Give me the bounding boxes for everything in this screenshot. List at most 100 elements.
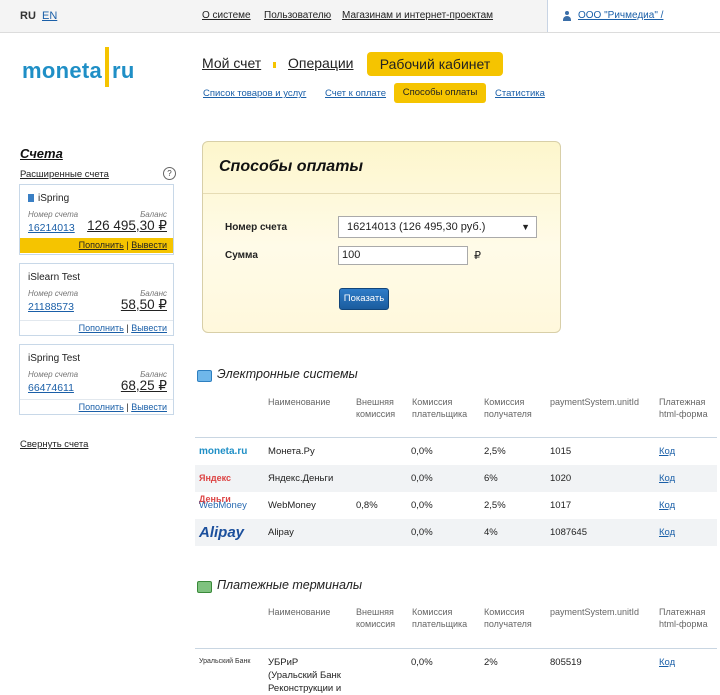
account-actions: Пополнить | Вывести: [20, 320, 173, 336]
withdraw-link[interactable]: Вывести: [131, 323, 167, 333]
user-menu[interactable]: ООО "Ричмедиа" /: [547, 0, 720, 32]
account-name: iSlearn Test: [28, 272, 81, 283]
electronic-systems-icon: [197, 370, 212, 382]
sum-label: Сумма: [225, 250, 258, 261]
withdraw-link[interactable]: Вывести: [131, 402, 167, 412]
row-payer-fee: 0,0%: [411, 657, 433, 668]
account-actions: Пополнить | Вывести: [20, 238, 173, 253]
row-name: УБРиР (Уральский Банк Реконструкции и: [268, 657, 342, 694]
row-unit-id: 1087645: [550, 527, 587, 538]
subtab-products[interactable]: Список товаров и услуг: [203, 88, 306, 99]
chevron-down-icon: ▼: [521, 222, 530, 232]
row-payer-fee: 0,0%: [411, 446, 433, 457]
row-code-link[interactable]: Код: [659, 473, 675, 484]
col-payer-fee: Комиссия плательщика: [412, 607, 468, 629]
webmoney-logo-icon: WebMoney: [199, 500, 247, 511]
flag-icon: [28, 194, 34, 202]
account-card[interactable]: iSpring Test Номер счета Баланс 66474611…: [19, 344, 174, 415]
account-balance: 68,25 ₽: [120, 378, 167, 393]
moneta-logo[interactable]: moneta ru: [22, 47, 135, 92]
row-code-link[interactable]: Код: [659, 657, 675, 668]
actions-separator: |: [126, 240, 129, 250]
moneta-logo-icon: moneta.ru: [199, 446, 248, 457]
logo-text-left: moneta: [22, 57, 103, 83]
tab-my-account[interactable]: Мой счет: [202, 55, 261, 71]
row-recv-fee: 2%: [484, 657, 498, 668]
row-payer-fee: 0,0%: [411, 527, 433, 538]
row-code-link[interactable]: Код: [659, 446, 675, 457]
table-row: Яндекс Деньги Яндекс.Деньги 0,0% 6% 1020…: [195, 465, 717, 504]
subtab-payment-methods[interactable]: Способы оплаты: [394, 83, 486, 103]
yandex-money-logo-icon: Яндекс Деньги: [199, 473, 232, 504]
ubrr-logo-icon: Уральский Банк: [199, 658, 251, 665]
user-icon: [562, 11, 572, 21]
col-ext-fee: Внешняя комиссия: [356, 397, 396, 419]
tab-separator: [273, 62, 276, 68]
account-number-label: Номер счета: [28, 210, 79, 219]
accounts-title[interactable]: Счета: [20, 146, 63, 161]
subtab-invoice[interactable]: Счет к оплате: [325, 88, 386, 99]
account-balance: 58,50 ₽: [120, 297, 167, 312]
col-recv-fee: Комиссия получателя: [484, 397, 532, 419]
form-title: Способы оплаты: [219, 158, 364, 175]
withdraw-link[interactable]: Вывести: [131, 240, 167, 250]
nav-user[interactable]: Пользователю: [264, 10, 331, 21]
lang-ru[interactable]: RU: [20, 10, 36, 22]
col-name: Наименование: [268, 607, 331, 617]
alipay-logo-icon: Alipay: [199, 524, 245, 541]
row-code-link[interactable]: Код: [659, 527, 675, 538]
user-name-link[interactable]: ООО "Ричмедиа" /: [578, 10, 663, 21]
account-number-label: Номер счета: [28, 370, 79, 379]
topup-link[interactable]: Пополнить: [79, 402, 124, 412]
subtab-statistics[interactable]: Статистика: [495, 88, 545, 99]
account-number-label: Номер счета: [225, 222, 288, 233]
row-unit-id: 1015: [550, 446, 572, 457]
row-recv-fee: 6%: [484, 473, 498, 484]
account-actions: Пополнить | Вывести: [20, 399, 173, 415]
table-row: Уральский Банк УБРиР (Уральский Банк Рек…: [195, 649, 717, 695]
account-card[interactable]: iSlearn Test Номер счета Баланс 21188573…: [19, 263, 174, 336]
terminal-icon: [197, 581, 212, 593]
tab-operations[interactable]: Операции: [288, 55, 354, 71]
nav-about[interactable]: О системе: [202, 10, 251, 21]
collapse-accounts-link[interactable]: Свернуть счета: [20, 439, 88, 450]
account-select-value: 16214013 (126 495,30 руб.): [347, 221, 486, 233]
row-payer-fee: 0,0%: [411, 500, 433, 511]
account-number-link[interactable]: 16214013: [28, 222, 75, 234]
col-recv-fee: Комиссия получателя: [484, 607, 532, 629]
row-ext-fee: 0,8%: [356, 500, 378, 511]
account-select[interactable]: 16214013 (126 495,30 руб.) ▼: [338, 216, 537, 238]
lang-en-link[interactable]: EN: [42, 10, 57, 22]
currency-sign: ₽: [474, 250, 481, 262]
table-row: WebMoney WebMoney 0,8% 0,0% 2,5% 1017 Ко…: [195, 492, 717, 519]
row-unit-id: 805519: [550, 657, 582, 668]
extended-accounts-link[interactable]: Расширенные счета: [20, 169, 109, 180]
col-name: Наименование: [268, 397, 331, 407]
actions-separator: |: [126, 402, 129, 412]
topup-link[interactable]: Пополнить: [79, 240, 124, 250]
tab-workspace[interactable]: Рабочий кабинет: [367, 52, 503, 76]
electronic-systems-title: Электронные системы: [217, 367, 358, 381]
row-name: Alipay: [268, 527, 294, 538]
account-number-link[interactable]: 21188573: [28, 301, 74, 313]
logo-text-right: ru: [112, 57, 135, 83]
account-number-link[interactable]: 66474611: [28, 382, 74, 394]
sum-input[interactable]: 100: [338, 246, 468, 265]
row-name: Монета.Ру: [268, 446, 315, 457]
row-recv-fee: 2,5%: [484, 446, 506, 457]
account-card[interactable]: iSpring Номер счета Баланс 16214013 126 …: [19, 184, 174, 255]
account-balance: 126 495,30 ₽: [87, 218, 167, 233]
account-name: iSpring: [38, 193, 70, 204]
topup-link[interactable]: Пополнить: [79, 323, 124, 333]
row-code-link[interactable]: Код: [659, 500, 675, 511]
col-html-form: Платежная html-форма: [659, 397, 708, 419]
nav-merchants[interactable]: Магазинам и интернет-проектам: [342, 10, 493, 21]
row-recv-fee: 2,5%: [484, 500, 506, 511]
payment-methods-form: Способы оплаты Номер счета 16214013 (126…: [202, 141, 561, 333]
help-icon[interactable]: ?: [163, 167, 176, 180]
show-button[interactable]: Показать: [339, 288, 389, 310]
actions-separator: |: [126, 323, 129, 333]
row-unit-id: 1020: [550, 473, 572, 484]
logo-bar: [105, 47, 110, 87]
table-row: moneta.ru Монета.Ру 0,0% 2,5% 1015 Код: [195, 438, 717, 465]
